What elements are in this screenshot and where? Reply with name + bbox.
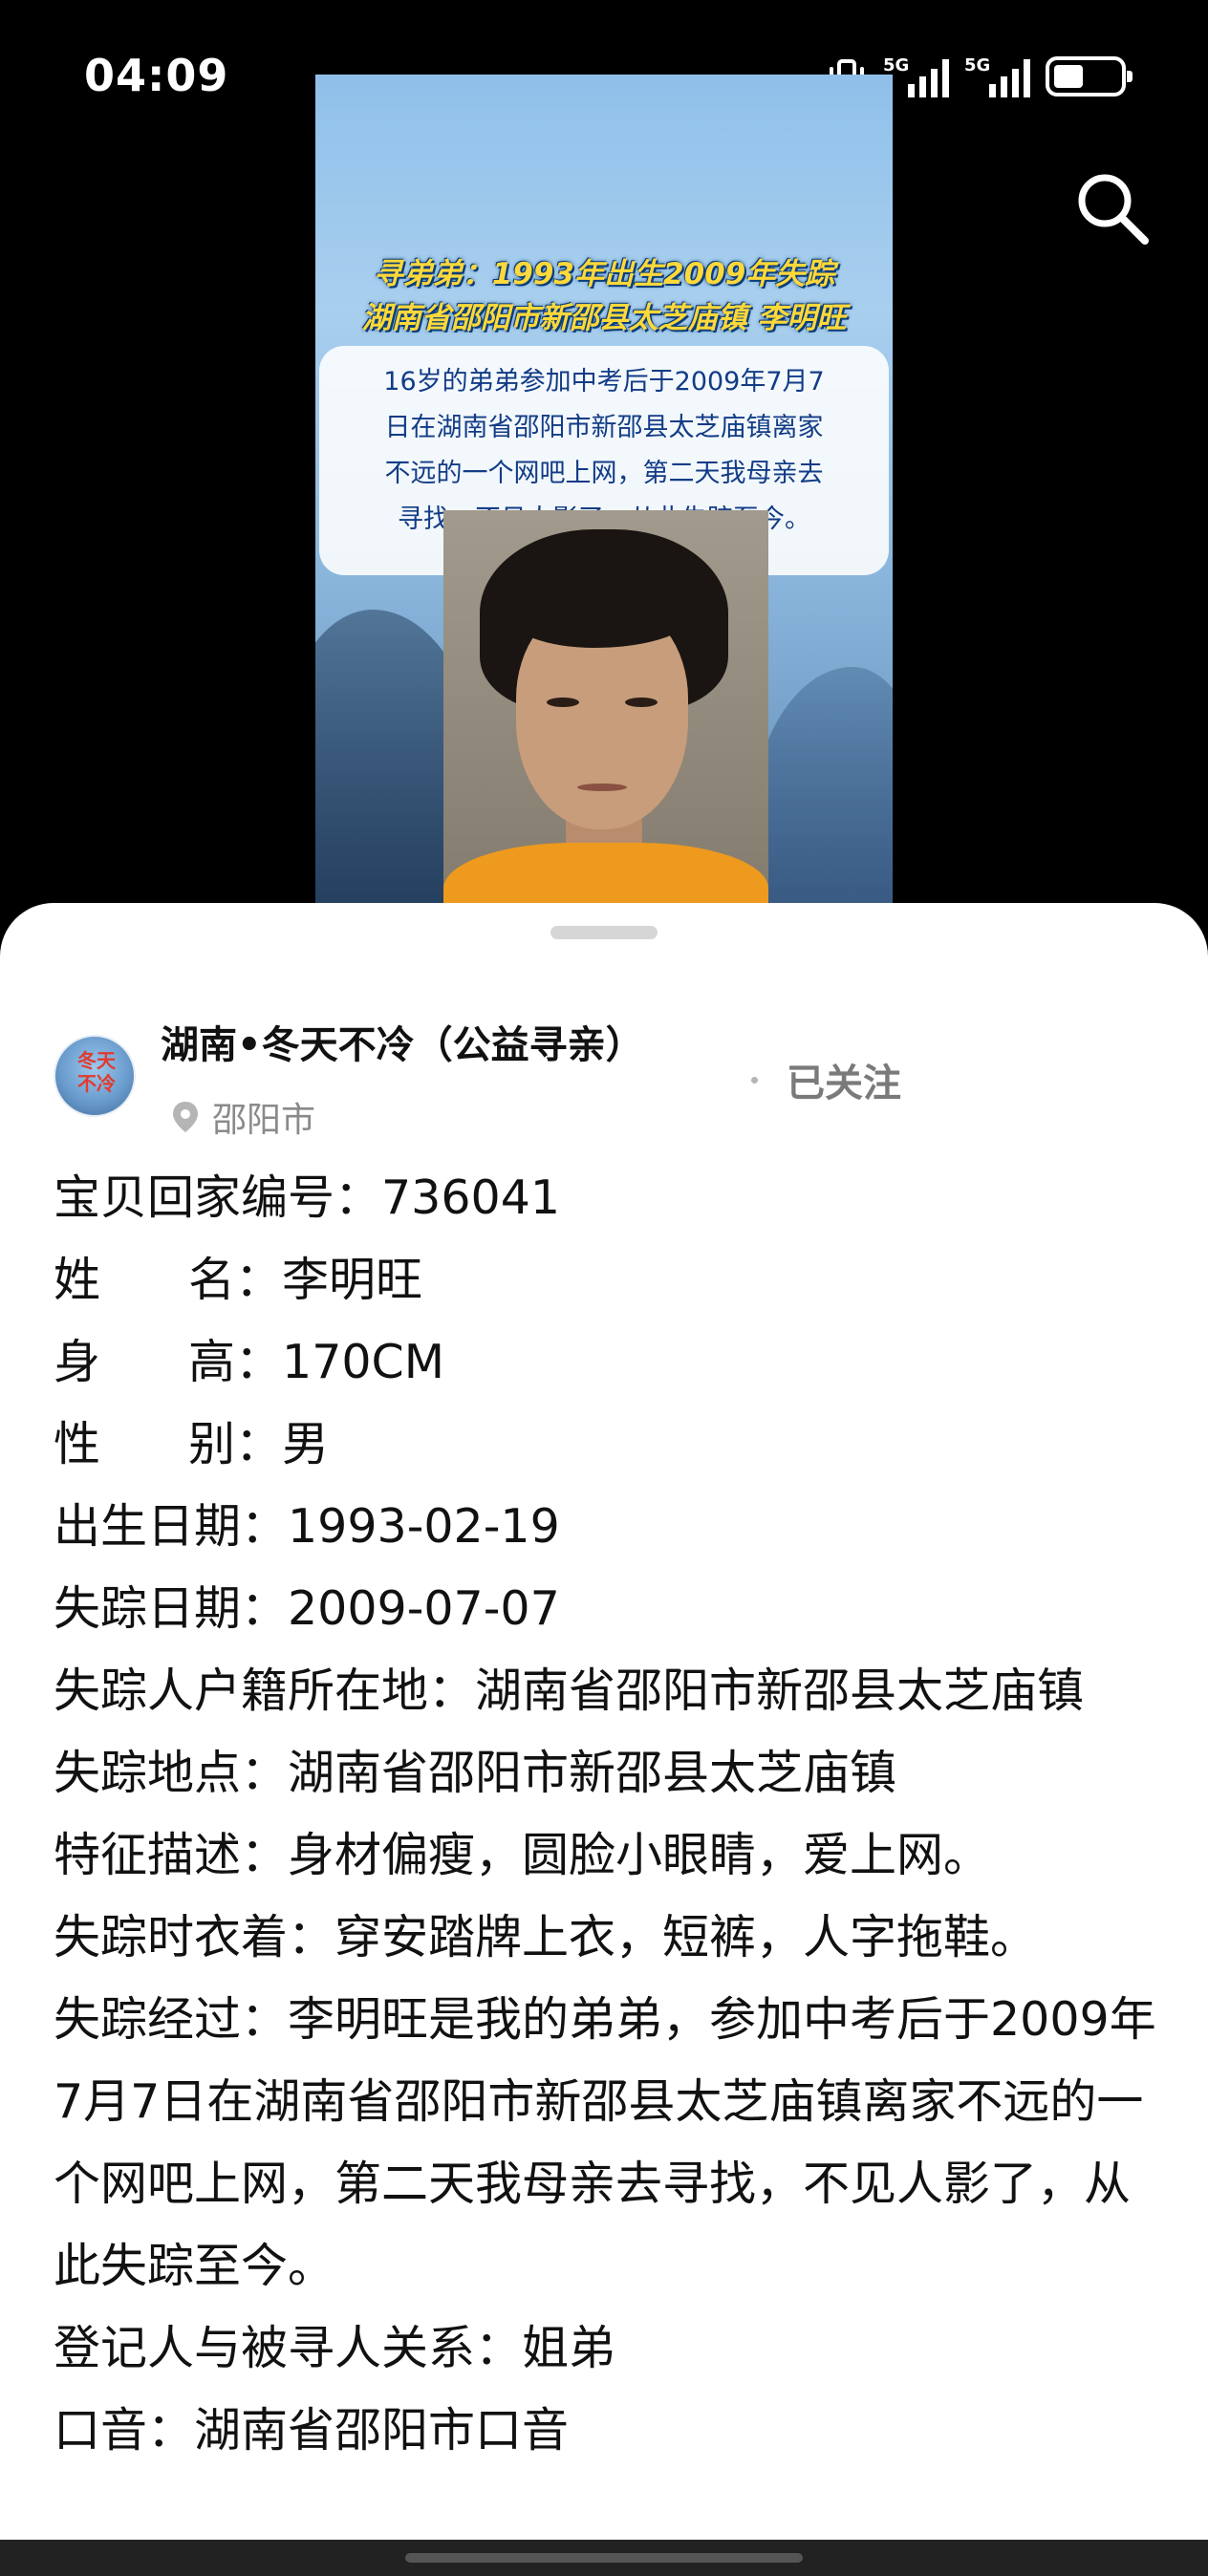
missing-date: 失踪日期：2009-07-07 (54, 1581, 560, 1636)
location: 邵阳市 (170, 1092, 315, 1142)
home-indicator[interactable] (405, 2553, 803, 2563)
info-name-row: 姓 名：李明旺 (54, 1239, 1162, 1321)
avatar-text: 冬天 (77, 1049, 116, 1072)
avatar[interactable]: 冬天 不冷 (54, 1035, 136, 1117)
features: 特征描述：身材偏瘦，圆脸小眼睛，爱上网。 (54, 1828, 991, 1882)
label-part: 高： (188, 1335, 283, 1389)
network-label-2: 5G (964, 55, 991, 75)
poster-desc-line: 日在湖南省邵阳市新邵县太芝庙镇离家 (384, 413, 824, 442)
name-value: 李明旺 (282, 1253, 423, 1307)
gender-value: 男 (282, 1417, 330, 1471)
sheet-grabber[interactable] (550, 926, 658, 939)
author-name[interactable]: 湖南•冬天不冷（公益寻亲） (161, 1014, 644, 1069)
video-poster[interactable]: 寻弟弟：1993年出生2009年失踪 湖南省邵阳市新邵县太芝庙镇 李明旺 16岁… (315, 75, 893, 915)
info-gender-row: 性 别：男 (54, 1404, 1162, 1486)
missing-person-info: 宝贝回家编号：736041 姓 名：李明旺 身 高：170CM 性 别：男 出生日期：… (54, 1157, 1162, 2472)
separator-dot (751, 1076, 758, 1084)
missing-story: 失踪经过：李明旺是我的弟弟，参加中考后于2009年7月7日在湖南省邵阳市新邵县太… (54, 1992, 1156, 2293)
search-icon[interactable] (1072, 168, 1153, 248)
poster-title: 寻弟弟：1993年出生2009年失踪 湖南省邵阳市新邵县太芝庙镇 李明旺 (315, 252, 893, 340)
signal-icon-1: 5G (883, 55, 949, 97)
follow-label: 已关注 (787, 1062, 901, 1106)
missing-place: 失踪地点：湖南省邵阳市新邵县太芝庙镇 (54, 1746, 897, 1800)
label-part: 别： (188, 1417, 283, 1471)
poster-title-line: 寻弟弟：1993年出生2009年失踪 (373, 257, 835, 291)
birth-date: 出生日期：1993-02-19 (54, 1499, 560, 1554)
poster-title-line: 湖南省邵阳市新邵县太芝庙镇 李明旺 (361, 301, 847, 335)
poster-desc-line: 不远的一个网吧上网，第二天我母亲去 (384, 459, 824, 488)
battery-icon (1046, 56, 1132, 97)
accent: 口音：湖南省邵阳市口音 (54, 2403, 570, 2458)
location-pin-icon (173, 1102, 198, 1132)
location-text: 邵阳市 (212, 1101, 316, 1140)
mountain-shape (749, 667, 893, 915)
status-time: 04:09 (84, 50, 229, 101)
clothing: 失踪时衣着：穿安踏牌上衣，短裤，人字拖鞋。 (54, 1910, 1038, 1964)
detail-sheet: 冬天 不冷 湖南•冬天不冷（公益寻亲） 邵阳市 已关注 宝贝回家编号：73604… (0, 903, 1208, 2576)
bottom-nav-bar (0, 2540, 1208, 2576)
label-part: 名： (188, 1253, 283, 1307)
label-part: 性 (54, 1417, 101, 1471)
battery-fill (1054, 65, 1083, 88)
relation: 登记人与被寻人关系：姐弟 (54, 2321, 616, 2375)
label-part: 身 (54, 1335, 101, 1389)
info-height-row: 身 高：170CM (54, 1321, 1162, 1404)
hukou-location: 失踪人户籍所在地：湖南省邵阳市新邵县太芝庙镇 (54, 1664, 1085, 1718)
height-value: 170CM (282, 1335, 445, 1389)
missing-person-photo (443, 510, 768, 915)
avatar-text: 不冷 (77, 1072, 116, 1095)
signal-icon-2: 5G (964, 55, 1030, 97)
network-label-1: 5G (883, 55, 910, 75)
poster-desc-line: 16岁的弟弟参加中考后于2009年7月7 (383, 367, 825, 397)
follow-button[interactable]: 已关注 (751, 1052, 901, 1107)
label-part: 姓 (54, 1253, 101, 1307)
case-number: 宝贝回家编号：736041 (54, 1170, 561, 1225)
